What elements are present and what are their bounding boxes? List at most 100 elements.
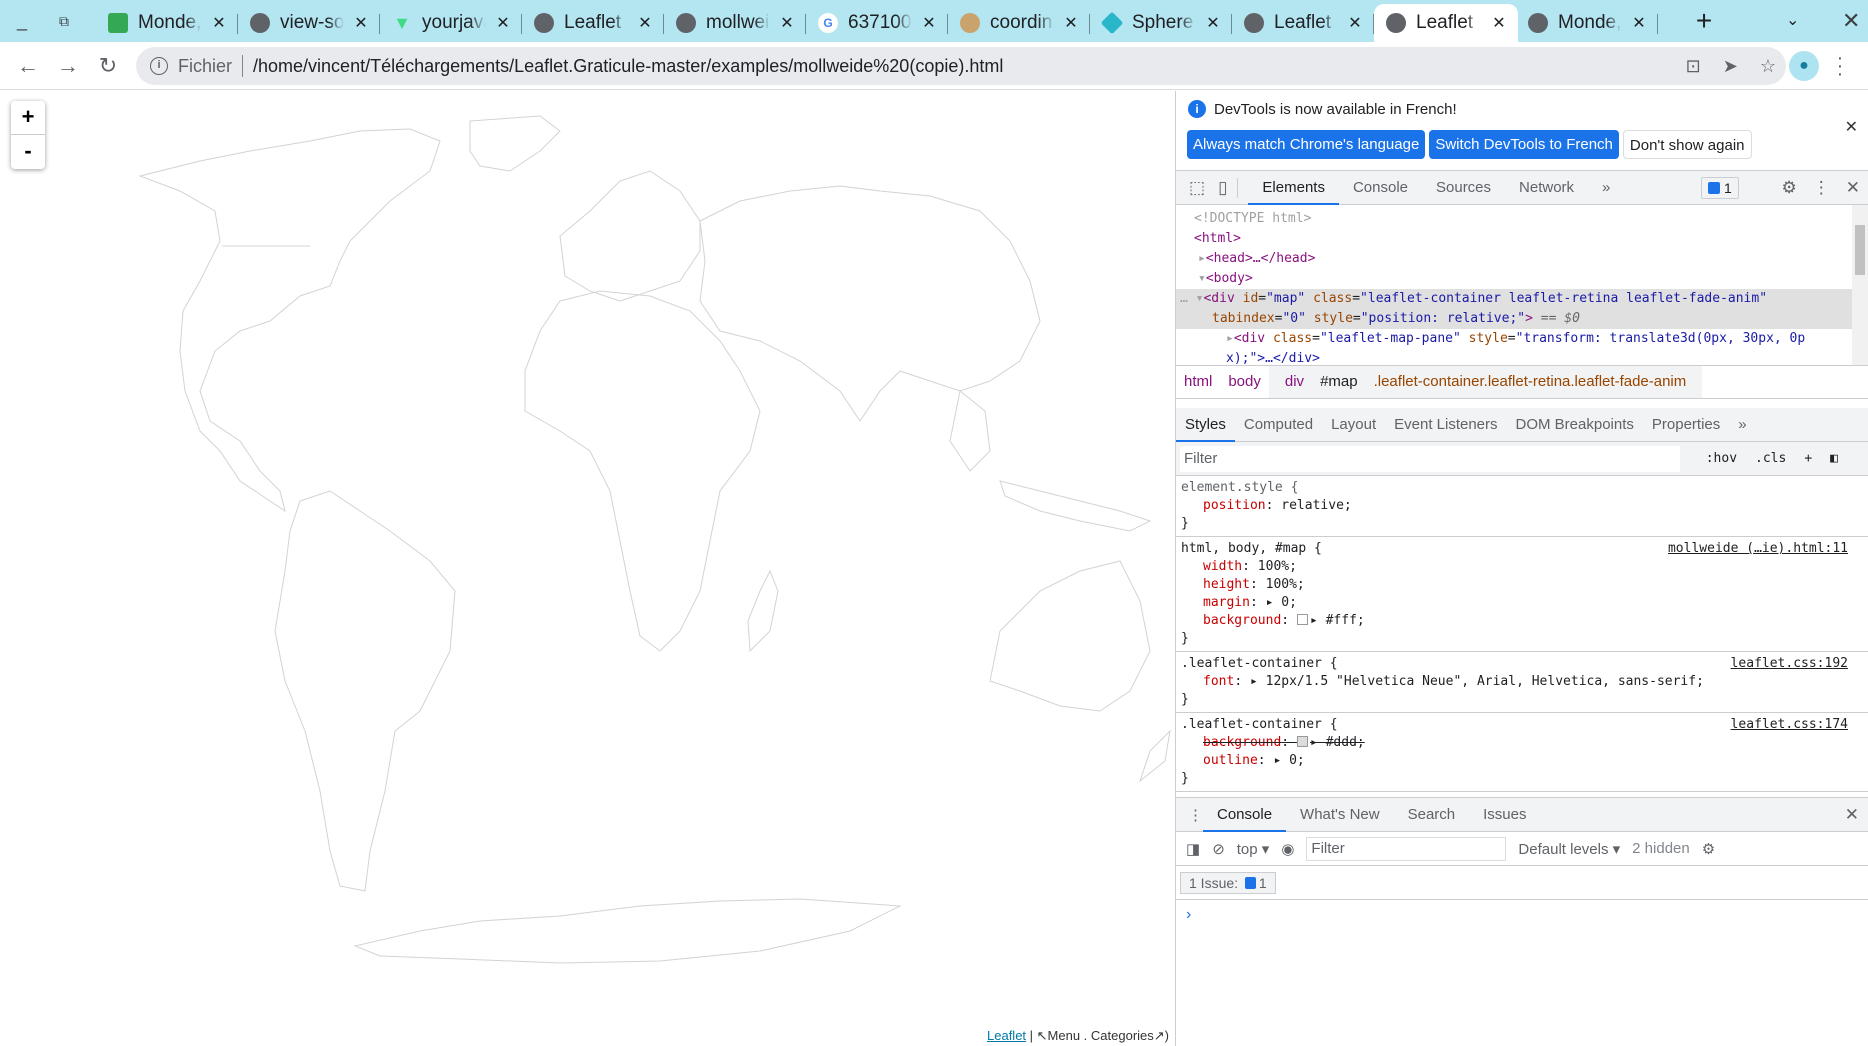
tab-network[interactable]: Network — [1505, 171, 1588, 205]
issues-counter[interactable]: 1 — [1701, 177, 1739, 199]
rule-selector[interactable]: element.style { — [1181, 479, 1844, 497]
class-toggle[interactable]: .cls — [1755, 451, 1786, 466]
dont-show-again-button[interactable]: Don't show again — [1622, 130, 1752, 159]
new-tab-button[interactable]: + — [1688, 6, 1720, 38]
browser-tab[interactable]: Monde, cartes ✕ — [96, 4, 238, 42]
tab-console[interactable]: Console — [1339, 171, 1422, 205]
tab-sources[interactable]: Sources — [1422, 171, 1505, 205]
tab-elements[interactable]: Elements — [1248, 171, 1339, 205]
leaflet-map[interactable]: + - Leaflet | ↖Menu . Categories↗) — [0, 91, 1175, 1046]
live-expression-eye-icon[interactable]: ◉ — [1281, 840, 1294, 858]
issues-chip[interactable]: 1 Issue: 1 — [1180, 871, 1276, 894]
rule-source-link[interactable]: mollweide (…ie).html:11 — [1668, 540, 1848, 558]
close-tab-icon[interactable]: ✕ — [1204, 13, 1222, 33]
match-chrome-language-button[interactable]: Always match Chrome's language — [1187, 130, 1426, 159]
show-sidebar-icon[interactable]: ◨ — [1186, 840, 1200, 858]
css-property[interactable]: font: ▸ 12px/1.5 "Helvetica Neue", Arial… — [1181, 673, 1844, 691]
browser-tab[interactable]: Sphere ✕ — [1090, 4, 1232, 42]
close-tab-icon[interactable]: ✕ — [352, 13, 370, 33]
new-rule-button[interactable]: + — [1804, 451, 1812, 466]
back-button[interactable]: ← — [12, 50, 44, 82]
rule-source-link[interactable]: leaflet.css:192 — [1731, 655, 1848, 673]
profile-avatar[interactable]: ● — [1789, 51, 1819, 81]
zoom-in-button[interactable]: + — [11, 101, 45, 135]
breadcrumb-html[interactable]: html — [1176, 366, 1220, 398]
tab-event-listeners[interactable]: Event Listeners — [1385, 408, 1506, 442]
browser-tab[interactable]: mollweide ✕ — [664, 4, 806, 42]
map-div-node[interactable]: … ▾<div id="map" class="leaflet-containe… — [1176, 289, 1868, 309]
url-text[interactable]: /home/vincent/Téléchargements/Leaflet.Gr… — [253, 56, 1003, 77]
close-devtools-icon[interactable]: ✕ — [1846, 178, 1860, 198]
css-property[interactable]: outline: ▸ 0; — [1181, 752, 1844, 770]
settings-gear-icon[interactable]: ⚙ — [1782, 178, 1797, 198]
close-tab-icon[interactable]: ✕ — [494, 13, 512, 33]
drawer-tab-search[interactable]: Search — [1394, 798, 1470, 832]
close-tab-icon[interactable]: ✕ — [1630, 13, 1648, 33]
css-property[interactable]: background: ▸ #fff; — [1181, 612, 1844, 630]
tab-styles[interactable]: Styles — [1176, 408, 1235, 442]
close-tab-icon[interactable]: ✕ — [636, 13, 654, 33]
more-tabs-icon[interactable]: » — [1588, 171, 1624, 205]
leaflet-link[interactable]: Leaflet — [987, 1028, 1026, 1043]
tab-layout[interactable]: Layout — [1322, 408, 1385, 442]
drawer-tab-whats-new[interactable]: What's New — [1286, 798, 1394, 832]
close-infobar-icon[interactable]: ✕ — [1845, 117, 1858, 137]
more-subtabs-icon[interactable]: » — [1729, 408, 1755, 442]
restore-window-button[interactable]: ⧉ — [52, 9, 76, 33]
rule-source-link[interactable]: leaflet.css:174 — [1731, 716, 1848, 734]
browser-tab[interactable]: Leaflet ✕ — [522, 4, 664, 42]
browser-tab[interactable]: Leaflet ✕ — [1374, 4, 1518, 42]
tab-dom-breakpoints[interactable]: DOM Breakpoints — [1507, 408, 1643, 442]
zoom-out-button[interactable]: - — [11, 135, 45, 169]
devtools-menu-icon[interactable]: ⋮ — [1813, 178, 1830, 198]
send-icon[interactable]: ➤ — [1723, 56, 1738, 77]
hover-state-toggle[interactable]: :hov — [1706, 451, 1737, 466]
browser-tab[interactable]: Leaflet ✕ — [1232, 4, 1374, 42]
css-property[interactable]: height: 100%; — [1181, 576, 1844, 594]
doctype-node[interactable]: <!DOCTYPE html> — [1176, 209, 1868, 229]
browser-menu-icon[interactable]: · · · — [1834, 48, 1846, 84]
close-tab-icon[interactable]: ✕ — [920, 13, 938, 33]
device-toolbar-icon[interactable]: ▯ — [1218, 178, 1227, 198]
color-swatch[interactable] — [1296, 736, 1308, 747]
color-swatch[interactable] — [1296, 614, 1308, 625]
browser-tab[interactable]: G 6371000 ✕ — [806, 4, 948, 42]
log-levels-dropdown[interactable]: Default levels ▾ — [1518, 840, 1620, 858]
drawer-menu-icon[interactable]: ⋮ — [1188, 806, 1203, 824]
css-property[interactable]: width: 100%; — [1181, 558, 1844, 576]
close-drawer-icon[interactable]: ✕ — [1845, 805, 1859, 825]
map-div-node-cont[interactable]: tabindex="0" style="position: relative;"… — [1176, 309, 1868, 329]
reload-button[interactable]: ↻ — [92, 50, 124, 82]
switch-to-french-button[interactable]: Switch DevTools to French — [1429, 130, 1619, 159]
console-settings-icon[interactable]: ⚙ — [1702, 840, 1715, 858]
context-selector[interactable]: top ▾ — [1237, 840, 1270, 858]
clear-console-icon[interactable]: ⊘ — [1212, 840, 1225, 858]
css-property[interactable]: background: ▸ #ddd; — [1181, 734, 1844, 752]
close-tab-icon[interactable]: ✕ — [778, 13, 796, 33]
browser-tab[interactable]: view-source ✕ — [238, 4, 380, 42]
close-tab-icon[interactable]: ✕ — [1062, 13, 1080, 33]
map-pane-node[interactable]: ▸<div class="leaflet-map-pane" style="tr… — [1176, 329, 1868, 349]
forward-button[interactable]: → — [52, 50, 84, 82]
close-tab-icon[interactable]: ✕ — [210, 13, 228, 33]
css-property[interactable]: position: relative; — [1181, 497, 1844, 515]
breadcrumb-body[interactable]: body — [1220, 366, 1269, 398]
browser-tab[interactable]: coordinates ✕ — [948, 4, 1090, 42]
close-tab-icon[interactable]: ✕ — [1346, 13, 1364, 33]
browser-tab[interactable]: Monde, cartes ✕ — [1516, 4, 1658, 42]
head-node[interactable]: ▸<head>…</head> — [1176, 249, 1868, 269]
breadcrumb-map-div[interactable]: div #map .leaflet-container.leaflet-retina… — [1268, 366, 1703, 398]
styles-filter-input[interactable]: Filter — [1180, 445, 1680, 472]
close-tab-icon[interactable]: ✕ — [1490, 13, 1508, 33]
map-pane-node-cont[interactable]: x);">…</div> — [1176, 349, 1868, 365]
inspect-element-icon[interactable]: ⬚ — [1189, 178, 1205, 198]
html-node[interactable]: <html> — [1176, 229, 1868, 249]
tab-computed[interactable]: Computed — [1235, 408, 1322, 442]
console-prompt[interactable]: › — [1176, 900, 1868, 924]
close-window-button[interactable]: ✕ — [1842, 8, 1860, 34]
tab-search-button[interactable]: ⌄ — [1786, 10, 1799, 30]
body-node[interactable]: ▾<body> — [1176, 269, 1868, 289]
drawer-tab-issues[interactable]: Issues — [1469, 798, 1540, 832]
browser-tab[interactable]: ▼ yourjavascript ✕ — [380, 4, 522, 42]
drawer-tab-console[interactable]: Console — [1203, 798, 1287, 832]
